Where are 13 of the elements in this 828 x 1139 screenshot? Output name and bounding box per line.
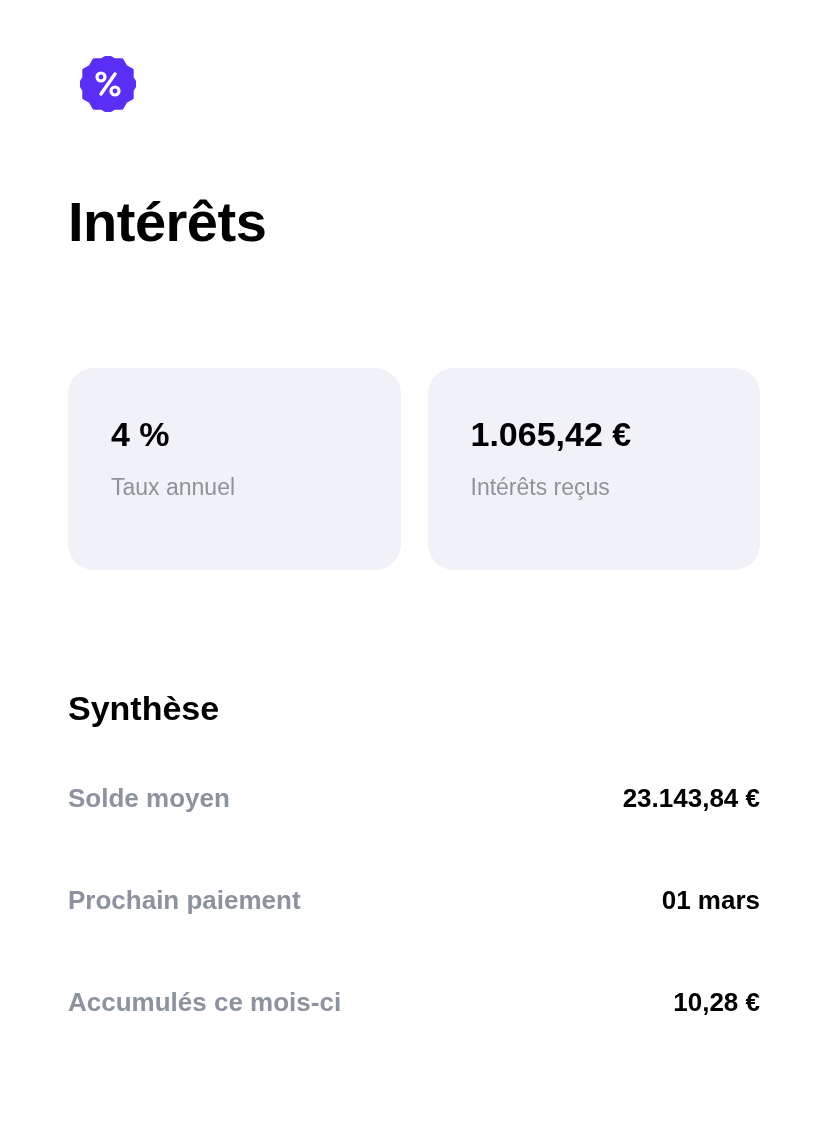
percent-badge-icon (80, 56, 136, 112)
summary-label: Solde moyen (68, 782, 230, 814)
page-title: Intérêts (68, 189, 268, 255)
summary-value: 01 mars (661, 884, 760, 916)
summary-value: 23.143,84 € (622, 782, 760, 814)
stat-label: Intérêts reçus (470, 473, 610, 503)
stat-value: 1.065,42 € (470, 414, 632, 455)
section-heading: Synthèse (68, 688, 221, 730)
summary-label: Accumulés ce mois-ci (68, 986, 342, 1018)
stat-label: Taux annuel (111, 473, 236, 503)
summary-value: 10,28 € (673, 986, 760, 1018)
summary-label: Prochain paiement (68, 884, 301, 916)
stat-value: 4 % (111, 414, 170, 455)
